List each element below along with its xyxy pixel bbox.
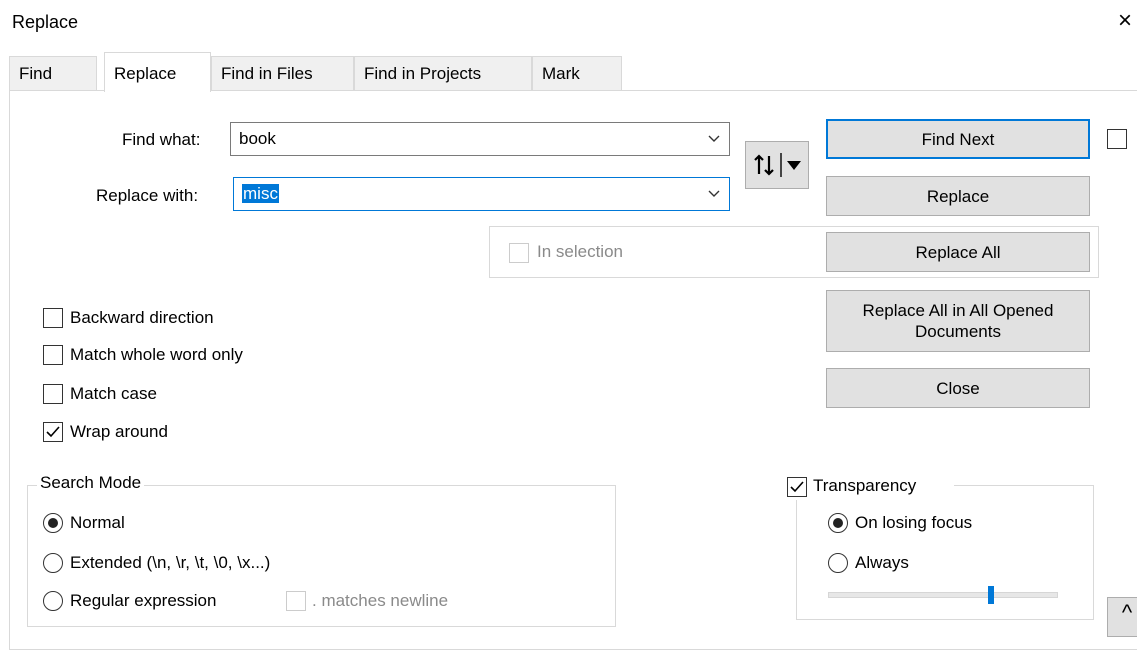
chevron-down-icon[interactable] (707, 131, 721, 145)
transparency-slider[interactable] (828, 592, 1058, 598)
close-window-button[interactable]: × (1112, 8, 1137, 34)
mode-regex-label: Regular expression (70, 591, 217, 610)
chevron-down-icon[interactable] (707, 186, 721, 200)
mode-regex-radio[interactable] (43, 591, 63, 611)
mode-normal-label: Normal (70, 513, 125, 532)
wrap-around-label: Wrap around (70, 422, 168, 441)
backward-direction-checkbox[interactable] (43, 308, 63, 328)
swap-arrows-icon (754, 153, 801, 177)
in-selection-label: In selection (537, 242, 623, 261)
swap-find-replace-button[interactable] (745, 141, 809, 189)
replace-button[interactable]: Replace (826, 176, 1090, 216)
tab-find-in-files[interactable]: Find in Files (211, 56, 354, 90)
backward-direction-label: Backward direction (70, 308, 214, 327)
matches-newline-label: . matches newline (312, 591, 449, 610)
match-case-checkbox[interactable] (43, 384, 63, 404)
in-selection-checkbox[interactable] (509, 243, 529, 263)
match-case-label: Match case (70, 384, 157, 403)
find-what-value: book (239, 129, 276, 148)
checkmark-icon (46, 426, 60, 438)
window-title: Replace (12, 12, 79, 32)
tab-find-in-projects[interactable]: Find in Projects (354, 56, 532, 90)
replace-with-label: Replace with: (96, 186, 199, 205)
tab-find[interactable]: Find (9, 56, 97, 90)
always-label: Always (855, 553, 909, 572)
find-what-combo[interactable]: book (230, 122, 730, 156)
match-whole-word-checkbox[interactable] (43, 345, 63, 365)
checkmark-icon (790, 481, 804, 493)
wrap-around-checkbox[interactable] (43, 422, 63, 442)
find-what-label: Find what: (122, 130, 201, 149)
mode-extended-radio[interactable] (43, 553, 63, 573)
replace-with-combo[interactable]: misc (233, 177, 730, 211)
replace-all-button[interactable]: Replace All (826, 232, 1090, 272)
replace-all-opened-docs-button[interactable]: Replace All in All Opened Documents (826, 290, 1090, 352)
match-whole-word-label: Match whole word only (70, 345, 243, 364)
find-next-button[interactable]: Find Next (826, 119, 1090, 159)
transparency-label: Transparency (813, 476, 917, 495)
tab-mark[interactable]: Mark (532, 56, 622, 90)
mode-extended-label: Extended (\n, \r, \t, \0, \x...) (70, 553, 271, 572)
mode-normal-radio[interactable] (43, 513, 63, 533)
search-mode-title: Search Mode (37, 473, 145, 493)
tab-replace[interactable]: Replace (104, 52, 211, 92)
on-losing-focus-label: On losing focus (855, 513, 973, 532)
always-radio[interactable] (828, 553, 848, 573)
transparency-slider-thumb[interactable] (988, 586, 995, 604)
transparency-checkbox[interactable] (787, 477, 807, 497)
on-losing-focus-radio[interactable] (828, 513, 848, 533)
replace-with-value: misc (242, 184, 279, 203)
close-button[interactable]: Close (826, 368, 1090, 408)
collapse-button[interactable]: ^ (1107, 597, 1137, 637)
matches-newline-checkbox[interactable] (286, 591, 306, 611)
find-next-option-checkbox[interactable] (1107, 129, 1127, 149)
